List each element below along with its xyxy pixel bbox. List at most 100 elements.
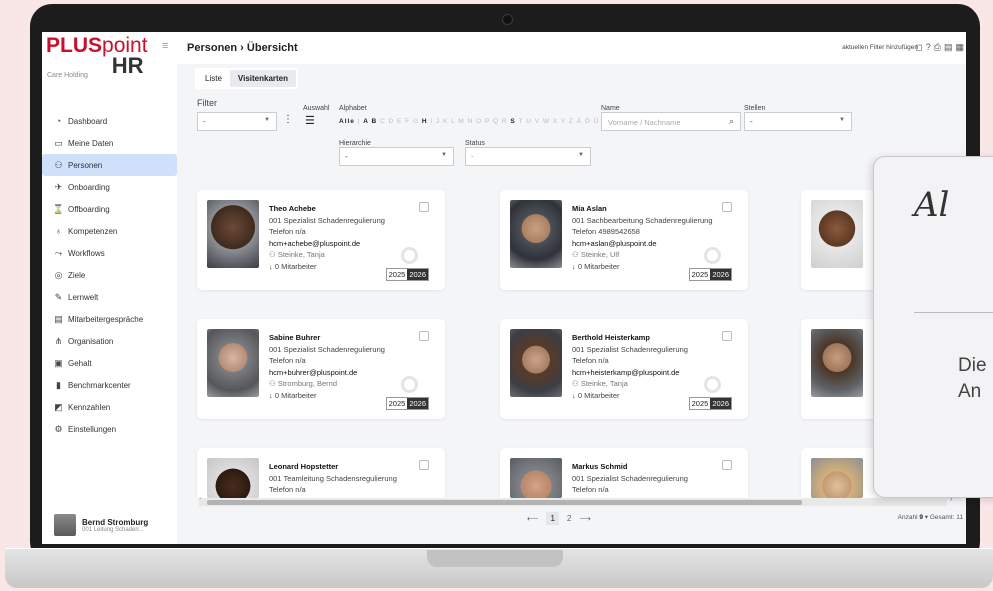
sidebar-item-kompetenzen[interactable]: ♁ Kompetenzen bbox=[42, 220, 177, 242]
manager-icon: ⚇ bbox=[572, 379, 579, 388]
status-select[interactable]: - ▼ bbox=[465, 147, 591, 166]
year-toggle[interactable]: 2025 2026 bbox=[688, 397, 732, 410]
sidebar-item-benchmarkcenter[interactable]: ▮ Benchmarkcenter bbox=[42, 374, 177, 396]
sidebar-item-organisation[interactable]: ⋔ Organisation bbox=[42, 330, 177, 352]
person-name[interactable]: Sabine Buhrer bbox=[269, 332, 385, 344]
alphabet-letter-Ü[interactable]: Ü bbox=[594, 118, 600, 125]
alphabet-letter-J[interactable]: J bbox=[436, 118, 443, 125]
page-current[interactable]: 1 bbox=[546, 512, 559, 525]
sidebar-item-workflows[interactable]: ⤳ Workflows bbox=[42, 242, 177, 264]
person-email[interactable]: hcm+buhrer@pluspoint.de bbox=[269, 367, 385, 379]
person-name[interactable]: Mia Aslan bbox=[572, 203, 713, 215]
hierarchie-select[interactable]: - ▼ bbox=[339, 147, 454, 166]
alphabet-letter-W[interactable]: W bbox=[543, 118, 553, 125]
person-email[interactable]: hcm+heisterkamp@pluspoint.de bbox=[572, 367, 688, 379]
alphabet-letter-U[interactable]: U bbox=[526, 118, 535, 125]
person-name[interactable]: Markus Schmid bbox=[572, 461, 688, 473]
alphabet-letter-D[interactable]: D bbox=[389, 118, 398, 125]
alphabet-letter-S[interactable]: S bbox=[510, 118, 518, 125]
next-page-icon[interactable]: ⟶ bbox=[579, 514, 590, 523]
select-checkbox[interactable] bbox=[419, 331, 429, 341]
tab-liste[interactable]: Liste bbox=[197, 70, 230, 87]
sidebar-item-lernwelt[interactable]: ✎ Lernwelt bbox=[42, 286, 177, 308]
sidebar-item-ziele[interactable]: ◎ Ziele bbox=[42, 264, 177, 286]
person-name[interactable]: Leonard Hopstetter bbox=[269, 461, 397, 473]
person-email[interactable]: hcm+aslan@pluspoint.de bbox=[572, 238, 713, 250]
excel-icon[interactable]: ▦ bbox=[955, 42, 964, 53]
salary-icon: ▣ bbox=[54, 357, 63, 368]
select-checkbox[interactable] bbox=[419, 202, 429, 212]
top-bar: Personen › Übersicht aktuellen Filter hi… bbox=[177, 32, 966, 64]
alphabet-letter-V[interactable]: V bbox=[535, 118, 543, 125]
person-card[interactable]: Leonard Hopstetter 001 Teamleitung Schad… bbox=[197, 448, 445, 498]
add-filter-link[interactable]: aktuellen Filter hinzufügen bbox=[842, 44, 918, 51]
sidebar-item-dashboard[interactable]: ◔ Dashboard bbox=[42, 110, 177, 132]
sidebar-item-offboarding[interactable]: ⌛ Offboarding bbox=[42, 198, 177, 220]
pdf-icon[interactable]: ▤ bbox=[944, 42, 953, 53]
current-user[interactable]: Bernd Stromburg 001 Leitung Schaden... bbox=[42, 506, 177, 544]
alphabet-letter-B[interactable]: B bbox=[372, 118, 381, 125]
horizontal-scrollbar[interactable] bbox=[199, 499, 947, 506]
alphabet-letter-Q[interactable]: Q bbox=[493, 118, 502, 125]
year-toggle[interactable]: 2025 2026 bbox=[385, 397, 429, 410]
select-checkbox[interactable] bbox=[419, 460, 429, 470]
year-toggle[interactable]: 2025 2026 bbox=[688, 268, 732, 281]
alphabet-letter-Z[interactable]: Z bbox=[569, 118, 577, 125]
alphabet-letter-O[interactable]: O bbox=[476, 118, 485, 125]
select-checkbox[interactable] bbox=[722, 331, 732, 341]
search-input[interactable]: Vorname / Nachname ⌕ bbox=[601, 112, 741, 131]
alphabet-letter-P[interactable]: P bbox=[485, 118, 493, 125]
chevron-down-icon: ▼ bbox=[264, 117, 270, 123]
select-checkbox[interactable] bbox=[722, 202, 732, 212]
person-email[interactable]: hcm+achebe@pluspoint.de bbox=[269, 238, 385, 250]
person-card[interactable]: Sabine Buhrer 001 Spezialist Schadenregu… bbox=[197, 319, 445, 419]
alphabet-letter-K[interactable]: K bbox=[443, 118, 451, 125]
alphabet-letter-F[interactable]: F bbox=[405, 118, 413, 125]
person-name[interactable]: Berthold Heisterkamp bbox=[572, 332, 688, 344]
year-toggle[interactable]: 2025 2026 bbox=[385, 268, 429, 281]
chevron-down-icon[interactable]: ▾ bbox=[925, 514, 928, 521]
sidebar-item-meine-daten[interactable]: ▭ Meine Daten bbox=[42, 132, 177, 154]
search-icon[interactable]: ⌕ bbox=[729, 116, 734, 127]
person-card[interactable]: Mia Aslan 001 Sachbearbeitung Schadenreg… bbox=[500, 190, 748, 290]
page-size-select[interactable]: 9 bbox=[919, 514, 923, 521]
sidebar-item-mitarbeitergespraeche[interactable]: ▤ Mitarbeitergespräche bbox=[42, 308, 177, 330]
alphabet-letter-Y[interactable]: Y bbox=[561, 118, 569, 125]
person-card[interactable]: Markus Schmid 001 Spezialist Schadenregu… bbox=[500, 448, 748, 498]
alphabet-letter-X[interactable]: X bbox=[553, 118, 561, 125]
sidebar-nav: ◔ Dashboard ▭ Meine Daten ⚇ Personen ✈ Onboa… bbox=[42, 110, 177, 440]
menu-collapse-icon[interactable]: ≡ bbox=[162, 40, 168, 52]
alphabet-letter-M[interactable]: M bbox=[458, 118, 467, 125]
alphabet-letter-Ä[interactable]: Ä bbox=[577, 118, 585, 125]
filter-select[interactable]: - ▼ bbox=[197, 112, 277, 131]
alphabet-letters[interactable]: A B C D E F G H I J K L M N O P Q R S T … bbox=[363, 118, 599, 125]
alphabet-letter-N[interactable]: N bbox=[468, 118, 477, 125]
scrollbar-thumb[interactable] bbox=[207, 500, 802, 505]
sidebar-item-einstellungen[interactable]: ⚙ Einstellungen bbox=[42, 418, 177, 440]
sidebar-item-onboarding[interactable]: ✈ Onboarding bbox=[42, 176, 177, 198]
print-icon[interactable]: ⎙ bbox=[934, 42, 941, 53]
sidebar-item-personen[interactable]: ⚇ Personen bbox=[42, 154, 177, 176]
alphabet-letter-G[interactable]: G bbox=[413, 118, 422, 125]
person-name[interactable]: Theo Achebe bbox=[269, 203, 385, 215]
help-icon[interactable]: ? bbox=[926, 42, 931, 53]
alphabet-letter-E[interactable]: E bbox=[397, 118, 405, 125]
prev-page-icon[interactable]: ⟵ bbox=[527, 514, 538, 523]
more-options-icon[interactable]: ⋮ bbox=[283, 114, 293, 125]
select-checkbox[interactable] bbox=[722, 460, 732, 470]
sidebar-item-gehalt[interactable]: ▣ Gehalt bbox=[42, 352, 177, 374]
page-2[interactable]: 2 bbox=[567, 514, 571, 523]
list-select-icon[interactable]: ☰ bbox=[305, 114, 315, 127]
competence-icon: ♁ bbox=[55, 226, 62, 236]
alphabet-all[interactable]: Alle bbox=[339, 118, 355, 125]
alphabet-letter-A[interactable]: A bbox=[363, 118, 371, 125]
stellen-select[interactable]: - ▼ bbox=[744, 112, 852, 131]
sidebar-item-kennzahlen[interactable]: ◩ Kennzahlen bbox=[42, 396, 177, 418]
name-label: Name bbox=[601, 105, 620, 112]
alphabet-letter-Ö[interactable]: Ö bbox=[585, 118, 594, 125]
person-card[interactable]: Theo Achebe 001 Spezialist Schadenreguli… bbox=[197, 190, 445, 290]
person-card[interactable]: Berthold Heisterkamp 001 Spezialist Scha… bbox=[500, 319, 748, 419]
tab-visitenkarten[interactable]: Visitenkarten bbox=[229, 70, 297, 87]
alphabet-letter-C[interactable]: C bbox=[380, 118, 389, 125]
bookmark-icon[interactable]: ◻ bbox=[915, 42, 922, 53]
